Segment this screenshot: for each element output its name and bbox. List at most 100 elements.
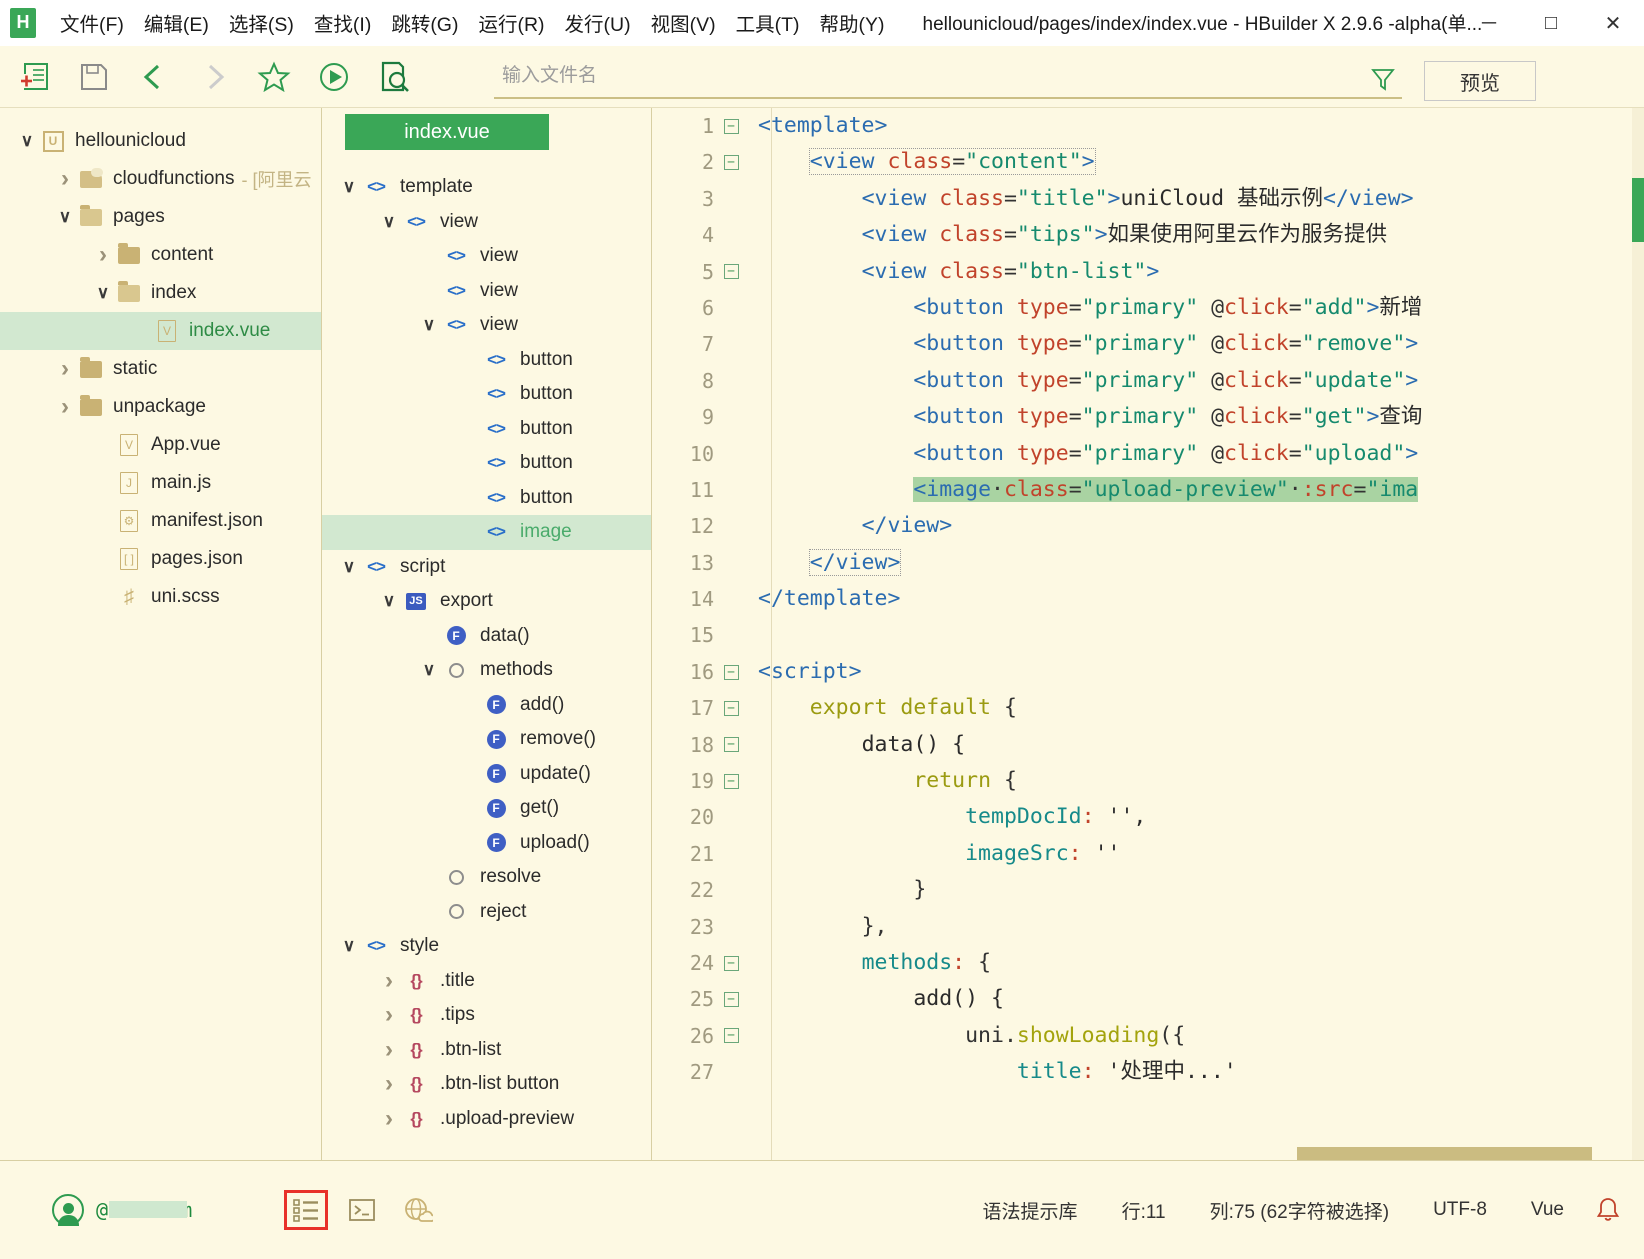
outline-item[interactable]: {} .btn-list (322, 1033, 651, 1068)
outline-item[interactable]: {} .upload-preview (322, 1102, 651, 1137)
outline-item[interactable]: <> view (322, 274, 651, 309)
code-line[interactable]: 1− <template> (652, 108, 1644, 144)
code-line[interactable]: 21 imageSrc: '' (652, 836, 1644, 872)
cursor-line-status[interactable]: 行:11 (1100, 1197, 1188, 1224)
outline-item[interactable]: <> template (322, 170, 651, 205)
chevron-open-icon[interactable] (376, 209, 402, 235)
code-line-text[interactable]: return { (748, 763, 1644, 799)
outline-item[interactable]: <> button (322, 377, 651, 412)
fold-toggle[interactable]: − (714, 700, 748, 716)
file-tree-item[interactable]: index (0, 274, 321, 312)
fold-toggle[interactable]: − (714, 773, 748, 789)
chevron-open-icon[interactable] (336, 933, 362, 959)
back-icon[interactable] (128, 53, 180, 101)
chevron-none-icon[interactable] (456, 416, 482, 442)
code-line[interactable]: 7 <button type="primary" @click="remove"… (652, 326, 1644, 362)
preview-button[interactable]: 预览 (1424, 61, 1536, 101)
run-icon[interactable] (308, 53, 360, 101)
code-line-text[interactable]: add() { (748, 981, 1644, 1017)
document-outline-panel[interactable]: index.vue <>template<>view<>view<>view<>… (322, 108, 652, 1160)
chevron-none-icon[interactable] (456, 450, 482, 476)
outline-item[interactable]: reject (322, 895, 651, 930)
code-line-text[interactable]: <button type="primary" @click="remove"> (748, 326, 1644, 362)
cursor-column-status[interactable]: 列:75 (62字符被选择) (1188, 1197, 1411, 1224)
chevron-none-icon[interactable] (416, 864, 442, 890)
code-line-text[interactable]: <button type="primary" @click="update"> (748, 363, 1644, 399)
outline-item[interactable]: <> image (322, 515, 651, 550)
chevron-closed-icon[interactable] (376, 1037, 402, 1063)
chevron-closed-icon[interactable] (52, 394, 78, 420)
code-line[interactable]: 8 <button type="primary" @click="update"… (652, 363, 1644, 399)
chevron-closed-icon[interactable] (376, 1106, 402, 1132)
file-tree-item[interactable]: cloudfunctions - [阿里云 (0, 160, 321, 198)
code-line[interactable]: 11 <image·class="upload-preview"·:src="i… (652, 472, 1644, 508)
fold-toggle[interactable]: − (714, 992, 748, 1008)
project-file-tree[interactable]: Uhellounicloud cloudfunctions - [阿里云 pages c… (0, 108, 322, 1160)
code-line-text[interactable]: uni.showLoading({ (748, 1018, 1644, 1054)
fold-toggle[interactable]: − (714, 955, 748, 971)
file-tree-item[interactable]: content (0, 236, 321, 274)
code-line[interactable]: 17− export default { (652, 690, 1644, 726)
code-line[interactable]: 14 </template> (652, 581, 1644, 617)
minimize-button[interactable]: ─ (1458, 0, 1520, 46)
encoding-status[interactable]: UTF-8 (1411, 1199, 1509, 1221)
outline-item[interactable]: <> button (322, 412, 651, 447)
code-line-text[interactable]: </view> (748, 545, 1644, 581)
code-line[interactable]: 3 <view class="title">uniCloud 基础示例</vie… (652, 181, 1644, 217)
close-button[interactable]: ✕ (1582, 0, 1644, 46)
favorite-icon[interactable] (248, 53, 300, 101)
menu-view[interactable]: 视图(V) (641, 4, 726, 41)
file-tree-item[interactable]: pages (0, 198, 321, 236)
fold-toggle[interactable]: − (714, 155, 748, 171)
chevron-open-icon[interactable] (52, 204, 78, 230)
outline-item[interactable]: Fremove() (322, 722, 651, 757)
code-line[interactable]: 27 title: '处理中...' (652, 1054, 1644, 1090)
code-line-text[interactable]: title: '处理中...' (748, 1054, 1644, 1090)
chevron-none-icon[interactable] (416, 278, 442, 304)
fold-toggle[interactable]: − (714, 737, 748, 753)
fold-toggle[interactable]: − (714, 264, 748, 280)
chevron-none-icon[interactable] (128, 318, 154, 344)
outline-item[interactable]: Fdata() (322, 619, 651, 654)
maximize-button[interactable]: □ (1520, 0, 1582, 46)
code-line-text[interactable]: methods: { (748, 945, 1644, 981)
vertical-scrollbar-thumb[interactable] (1632, 178, 1644, 242)
code-line-text[interactable]: }, (748, 909, 1644, 945)
code-line[interactable]: 23 }, (652, 909, 1644, 945)
code-editor[interactable]: 1− <template> 2− <view class="content"> 3 <… (652, 108, 1644, 1160)
language-mode-status[interactable]: Vue (1509, 1199, 1586, 1221)
code-line-text[interactable]: <button type="primary" @click="add">新增 (748, 290, 1644, 326)
code-line[interactable]: 16− <script> (652, 654, 1644, 690)
file-search-icon[interactable] (368, 53, 420, 101)
chevron-none-icon[interactable] (456, 692, 482, 718)
chevron-none-icon[interactable] (416, 899, 442, 925)
chevron-closed-icon[interactable] (90, 242, 116, 268)
menu-edit[interactable]: 编辑(E) (134, 4, 219, 41)
code-line-text[interactable]: <script> (748, 654, 1644, 690)
code-line[interactable]: 12 </view> (652, 508, 1644, 544)
chevron-open-icon[interactable] (336, 174, 362, 200)
chevron-none-icon[interactable] (90, 432, 116, 458)
menu-find[interactable]: 查找(I) (304, 4, 381, 41)
code-line-text[interactable]: </template> (748, 581, 1644, 617)
chevron-none-icon[interactable] (456, 795, 482, 821)
code-line-text[interactable]: data() { (748, 727, 1644, 763)
code-line-text[interactable]: <view class="btn-list"> (748, 254, 1644, 290)
chevron-open-icon[interactable] (336, 554, 362, 580)
menu-file[interactable]: 文件(F) (50, 4, 134, 41)
chevron-none-icon[interactable] (456, 347, 482, 373)
chevron-closed-icon[interactable] (376, 1002, 402, 1028)
code-line[interactable]: 25− add() { (652, 981, 1644, 1017)
file-tree-item[interactable]: Vindex.vue (0, 312, 321, 350)
vertical-scrollbar-track[interactable] (1632, 108, 1644, 1160)
browser-cloud-icon[interactable] (396, 1190, 440, 1230)
chevron-none-icon[interactable] (416, 243, 442, 269)
chevron-none-icon[interactable] (456, 830, 482, 856)
code-line-text[interactable]: <template> (748, 108, 1644, 144)
outline-item[interactable]: <> view (322, 205, 651, 240)
fold-toggle[interactable]: − (714, 664, 748, 680)
outline-item[interactable]: {} .tips (322, 998, 651, 1033)
code-line-text[interactable]: imageSrc: '' (748, 836, 1644, 872)
forward-icon[interactable] (188, 53, 240, 101)
file-tree-item[interactable]: ⚙ manifest.json (0, 502, 321, 540)
